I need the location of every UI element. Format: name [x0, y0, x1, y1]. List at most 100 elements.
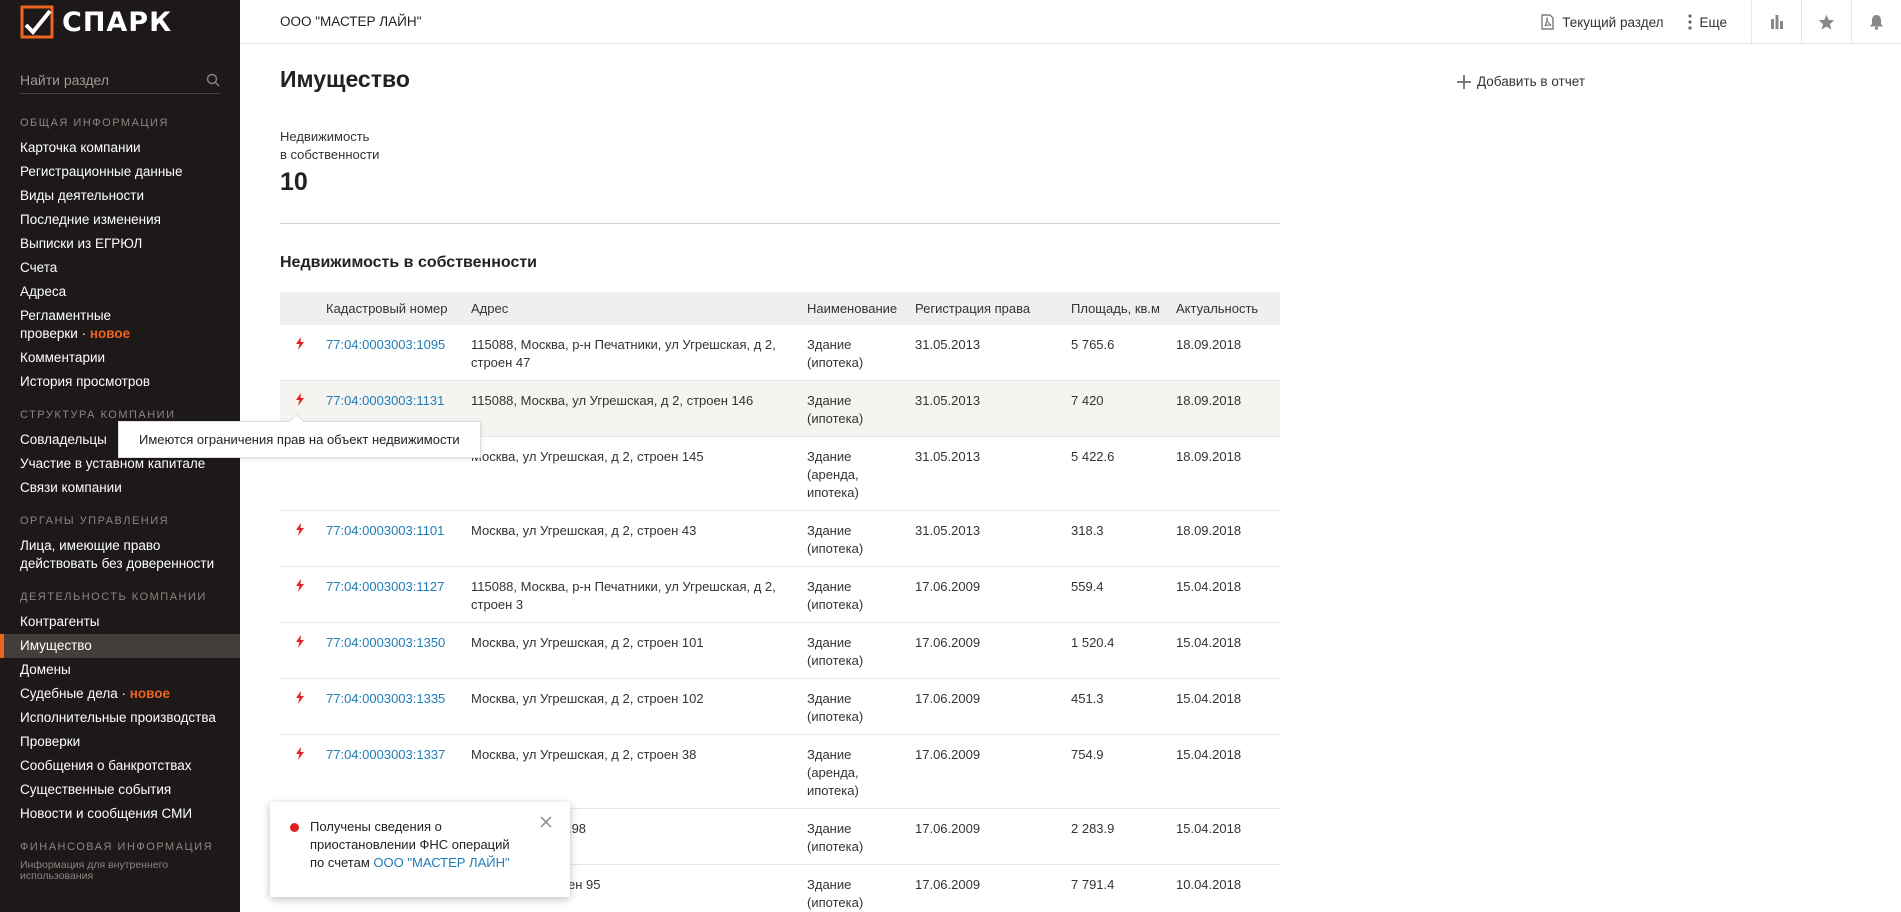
name-line-1: Здание — [807, 449, 852, 464]
column-header-area[interactable]: Площадь, кв.м — [1065, 292, 1170, 325]
address-line-1: Москва, ул Угрешская, д 2, строен 102 — [471, 691, 704, 706]
nav-egrul[interactable]: Выписки из ЕГРЮЛ — [0, 232, 240, 256]
area-cell: 2 283.9 — [1065, 808, 1170, 865]
nav-enforcement[interactable]: Исполнительные производства — [0, 706, 240, 730]
current-section-label: Текущий раздел — [1562, 14, 1664, 30]
name-cell: Здание (ипотека) — [801, 678, 909, 735]
registration-date-cell: 17.06.2009 — [909, 864, 1065, 912]
column-header-cad[interactable]: Кадастровый номер — [320, 292, 465, 325]
page-title: Имущество — [280, 66, 410, 92]
actuality-date-cell: 15.04.2018 — [1170, 566, 1280, 623]
nav-scheduled-inspections[interactable]: Регламентные проверки · новое — [0, 304, 240, 346]
table-row[interactable]: 77:04:0003003:1101 Москва, ул Угрешская, … — [280, 510, 1280, 567]
pdf-icon — [1541, 14, 1554, 30]
bell-icon — [1870, 15, 1883, 30]
divider — [280, 223, 1280, 224]
area-cell: 559.4 — [1065, 566, 1170, 623]
nav-view-history[interactable]: История просмотров — [0, 370, 240, 394]
nav-domains[interactable]: Домены — [0, 658, 240, 682]
column-header-name[interactable]: Наименование — [801, 292, 909, 325]
table-row[interactable]: 77:04:0003003:1337 Москва, ул Угрешская, … — [280, 734, 1280, 809]
area-cell: 318.3 — [1065, 510, 1170, 567]
area-cell: 7 420 — [1065, 380, 1170, 437]
more-button[interactable]: Еще — [1687, 14, 1727, 30]
cadastral-number-link[interactable]: 77:04:0003003:1337 — [326, 747, 445, 762]
stat-label-line-1: Недвижимость — [280, 129, 370, 144]
nav-company-card[interactable]: Карточка компании — [0, 136, 240, 160]
nav-counterparties[interactable]: Контрагенты — [0, 610, 240, 634]
cadastral-number-link[interactable]: 77:04:0003003:1095 — [326, 337, 445, 352]
logo[interactable]: СПАРК — [20, 4, 172, 40]
favorites-button[interactable] — [1801, 0, 1851, 44]
nav-bankruptcy[interactable]: Сообщения о банкротствах — [0, 754, 240, 778]
top-actions: Текущий раздел Еще — [1541, 0, 1901, 44]
restriction-tooltip: Имеются ограничения прав на объект недви… — [118, 421, 481, 458]
current-section-button[interactable]: Текущий раздел — [1541, 14, 1664, 30]
column-header-actuality[interactable]: Актуальность — [1170, 292, 1280, 325]
notifications-button[interactable] — [1851, 0, 1901, 44]
add-to-report-button[interactable]: Добавить в отчет — [1457, 74, 1585, 89]
nav-comments[interactable]: Комментарии — [0, 346, 240, 370]
name-line-1: Здание — [807, 747, 852, 762]
restriction-cell — [280, 622, 320, 679]
charts-button[interactable] — [1751, 0, 1801, 44]
name-cell: Здание (ипотека) — [801, 566, 909, 623]
nav-court-cases[interactable]: Судебные дела · новое — [0, 682, 240, 706]
registration-date-cell: 17.06.2009 — [909, 678, 1065, 735]
column-header-registration[interactable]: Регистрация права — [909, 292, 1065, 325]
section-title-activity: Деятельность компании — [20, 591, 207, 603]
actuality-date-cell: 15.04.2018 — [1170, 678, 1280, 735]
cadastral-number-link[interactable]: 77:04:0003003:1335 — [326, 691, 445, 706]
cadastral-number-link[interactable]: 77:04:0003003:1131 — [326, 393, 444, 408]
notification-text: по счетам — [310, 855, 370, 870]
search-icon[interactable] — [206, 73, 220, 87]
nav-authorized-persons-label-1: Лица, имеющие право — [20, 538, 161, 553]
name-cell: Здание (ипотека) — [801, 325, 909, 381]
notification-company-link[interactable]: ООО "МАСТЕР ЛАЙН" — [373, 855, 509, 870]
name-line-2: (ипотека) — [807, 839, 864, 854]
table-row[interactable]: 77:04:0003003:1127 115088, Москва, р-н Пе… — [280, 566, 1280, 623]
name-line-3: ипотека) — [807, 783, 859, 798]
nav-material-events[interactable]: Существенные события — [0, 778, 240, 802]
restriction-flash-icon[interactable] — [295, 337, 305, 350]
restriction-flash-icon[interactable] — [295, 579, 305, 592]
address-line-1: 115088, Москва, р-н Печатники, ул Угрешс… — [471, 337, 776, 352]
restriction-flash-icon[interactable] — [295, 523, 305, 536]
stat-value: 10 — [280, 168, 308, 196]
name-cell: Здание (ипотека) — [801, 808, 909, 865]
address-cell: 115088, Москва, р-н Печатники, ул Угрешс… — [465, 566, 801, 623]
table-row[interactable]: 77:04:0003003:1350 Москва, ул Угрешская, … — [280, 622, 1280, 679]
more-vertical-icon — [1687, 14, 1692, 30]
table-row[interactable]: 77:04:0003003:1095 115088, Москва, р-н Пе… — [280, 325, 1280, 381]
nav-inspections[interactable]: Проверки — [0, 730, 240, 754]
area-cell: 7 791.4 — [1065, 864, 1170, 912]
nav-authorized-persons[interactable]: Лица, имеющие право действовать без дове… — [0, 534, 240, 576]
cadastral-number-link[interactable]: 77:04:0003003:1101 — [326, 523, 444, 538]
name-line-1: Здание — [807, 821, 852, 836]
restriction-flash-icon[interactable] — [295, 635, 305, 648]
nav-recent-changes[interactable]: Последние изменения — [0, 208, 240, 232]
column-header-address[interactable]: Адрес — [465, 292, 801, 325]
cadastral-number-link[interactable]: 77:04:0003003:1127 — [326, 579, 444, 594]
section-search-input[interactable] — [20, 71, 190, 88]
nav-property[interactable]: Имущество — [0, 634, 240, 658]
nav-activity-types[interactable]: Виды деятельности — [0, 184, 240, 208]
nav-company-links[interactable]: Связи компании — [0, 476, 240, 500]
table-row[interactable]: 77:04:0003003:1335 Москва, ул Угрешская, … — [280, 678, 1280, 735]
add-to-report-label: Добавить в отчет — [1477, 74, 1586, 89]
nav-accounts[interactable]: Счета — [0, 256, 240, 280]
restriction-flash-icon[interactable] — [295, 393, 305, 406]
cadastral-number-link[interactable]: 77:04:0003003:1350 — [326, 635, 445, 650]
nav-addresses[interactable]: Адреса — [0, 280, 240, 304]
name-line-2: (ипотека) — [807, 895, 864, 910]
nav-news[interactable]: Новости и сообщения СМИ — [0, 802, 240, 826]
restriction-flash-icon[interactable] — [295, 691, 305, 704]
name-line-2: (аренда, — [807, 467, 859, 482]
nav-registration[interactable]: Регистрационные данные — [0, 160, 240, 184]
column-header-flag — [280, 292, 320, 325]
registration-date-cell: 17.06.2009 — [909, 566, 1065, 623]
restriction-flash-icon[interactable] — [295, 747, 305, 760]
name-line-1: Здание — [807, 877, 852, 892]
company-name[interactable]: ООО "МАСТЕР ЛАЙН" — [280, 14, 421, 29]
close-icon[interactable] — [540, 816, 552, 828]
